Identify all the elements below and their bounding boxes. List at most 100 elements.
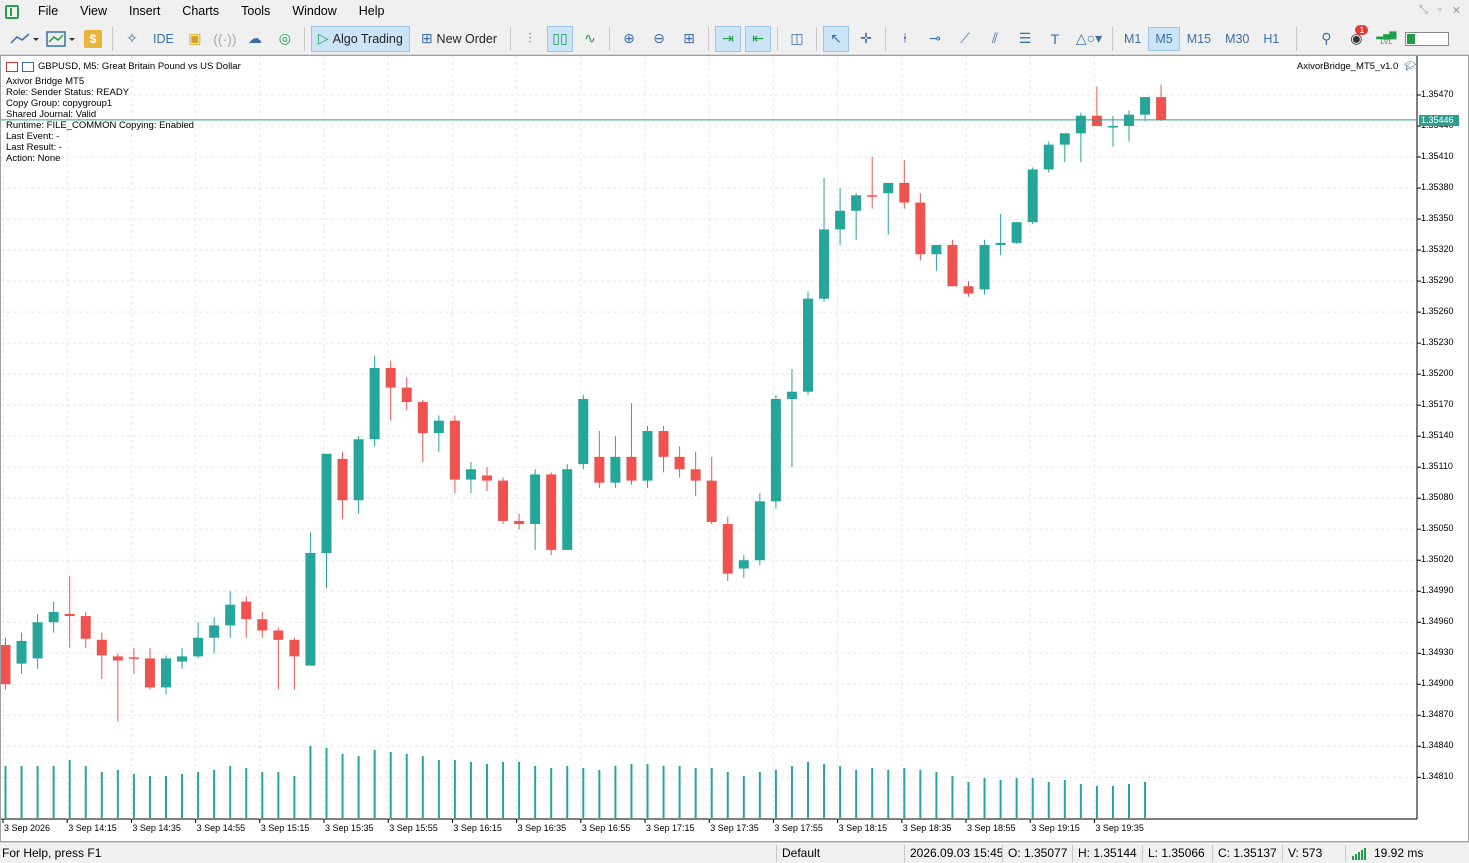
candle-bullish [32,622,43,659]
menu-view[interactable]: View [69,0,118,23]
candle-bullish [1107,126,1118,128]
fibonacci-icon: ☰ [1018,30,1032,46]
bar-chart-button[interactable]: ⫶ [517,26,543,52]
candlestick-button[interactable]: ▯▯ [546,25,573,52]
status-help: For Help, press F1 [2,846,102,860]
price-tick-label: 1.34870 [1421,709,1454,720]
candle-bullish [995,242,1006,245]
restore-icon[interactable]: ⤡ [1419,4,1428,17]
level-button[interactable]: ▂▄▆ LVL [1373,26,1399,52]
toolbar-separator [1296,26,1298,51]
candle-bullish [1075,115,1086,134]
crosshair-button[interactable]: ✛ [853,26,879,52]
channel-button[interactable]: ⫽ [982,26,1008,52]
zoom-out-button[interactable]: ⊖ [646,26,672,52]
market-button[interactable]: ▣ [182,26,208,52]
menu-charts[interactable]: Charts [171,0,230,23]
new-order-button[interactable]: ⊞ New Order [414,26,504,52]
candle-bullish [738,560,749,569]
auto-scroll-button[interactable]: ⇥ [714,25,741,52]
price-chart[interactable] [1,56,1468,841]
status-divider [1212,845,1213,862]
status-profile[interactable]: Default [782,846,820,860]
ai-assistant-button[interactable]: ✧ [119,26,145,52]
menu-file[interactable]: File [27,0,69,23]
signals-button[interactable]: ((·)) [212,26,238,52]
notifications-button[interactable]: ◉ 1 [1343,24,1369,52]
candle-bullish [16,640,27,664]
price-tick-label: 1.35410 [1421,151,1454,162]
timeframe-m1[interactable]: M1 [1117,27,1148,51]
menu-window[interactable]: Window [281,0,347,23]
menu-tools[interactable]: Tools [230,0,281,23]
minimize-icon[interactable]: ▫ [1438,4,1442,17]
chart-window[interactable]: GBPUSD, M5: Great Britain Pound vs US Do… [0,55,1469,842]
timeframe-m15[interactable]: M15 [1180,27,1218,51]
menu-help[interactable]: Help [348,0,396,23]
price-tick-label: 1.34930 [1421,647,1454,658]
time-tick-label: 3 Sep 14:55 [196,823,246,833]
timeframe-m5[interactable]: M5 [1148,26,1180,51]
candle-bullish [369,367,380,440]
candle-bullish [161,658,171,688]
line-chart-button[interactable]: ∿ [577,26,603,52]
status-divider [776,845,777,862]
fibonacci-button[interactable]: ☰ [1012,26,1038,52]
chart-menu-icon[interactable] [6,61,18,72]
time-tick-label: 3 Sep 16:35 [517,823,567,833]
toolbar: $ ✧ IDE ▣ ((·)) ☁ ◎ ▷ Algo Trading ⊞ New… [0,23,1469,55]
tile-windows-button[interactable]: ⊞ [676,26,702,52]
trendline-button[interactable]: ⟋ [952,26,978,52]
candle-bearish [947,244,958,287]
templates-button[interactable] [44,26,76,52]
candle-bullish [305,552,316,666]
deposit-button[interactable]: $ [80,26,106,52]
shapes-icon: △○▾ [1075,30,1103,46]
vertical-line-button[interactable]: ⍿ [892,26,918,52]
text-button[interactable]: T [1042,26,1068,52]
candle-bullish [193,637,204,657]
community-button[interactable]: ◎ [272,26,298,52]
horizontal-line-button[interactable]: ⊸ [922,26,948,52]
algo-trading-button[interactable]: ▷ Algo Trading [310,25,410,52]
app-logo-icon [5,4,19,19]
candle-bullish [177,656,188,662]
chart-properties-icon[interactable] [22,61,34,72]
chart-shift-button[interactable]: ⇤ [744,25,771,52]
price-tick-label: 1.34900 [1421,678,1454,689]
connection-bars-icon [1352,848,1366,860]
candle-bullish [610,456,621,483]
close-icon[interactable]: ✕ [1452,4,1461,17]
bar-chart-icon: ⫶ [528,30,532,46]
candle-bullish [578,398,589,465]
candle-bearish [722,524,733,574]
candle-bullish [225,604,236,626]
candle-bullish [433,420,444,434]
timeframe-m30[interactable]: M30 [1218,27,1256,51]
candlestick-icon: ▯▯ [552,30,568,46]
new-order-icon: ⊞ [420,30,433,46]
menu-insert[interactable]: Insert [118,0,171,23]
ide-button[interactable]: IDE [149,26,178,52]
status-divider [1002,845,1003,862]
toolbar-separator [1111,26,1113,51]
toolbar-separator [776,26,778,51]
timeframe-h1[interactable]: H1 [1256,27,1286,51]
toolbar-separator [509,26,511,51]
cursor-button[interactable]: ↖ [822,25,849,52]
screenshot-button[interactable]: ◫ [784,26,810,52]
time-tick-label: 3 Sep 19:15 [1031,823,1080,833]
search-button[interactable]: ⚲ [1313,26,1339,52]
chart-type-button[interactable] [8,26,40,52]
time-tick-label: 3 Sep 17:55 [774,823,823,833]
vps-button[interactable]: ☁ [242,26,268,52]
candle-bullish [835,210,846,230]
shapes-button[interactable]: △○▾ [1072,26,1106,52]
candle-bullish [353,439,364,501]
info-line-runtime: Runtime: FILE_COMMON Copying: Enabled [6,120,194,131]
expert-advisor-label[interactable]: AxivorBridge_MT5_v1.0 🎓︎ [1297,61,1416,72]
zoom-in-button[interactable]: ⊕ [616,26,642,52]
play-icon: ▷ [317,30,329,46]
info-line-last-result: Last Result: - [6,142,62,153]
price-tick-label: 1.34990 [1421,585,1454,596]
